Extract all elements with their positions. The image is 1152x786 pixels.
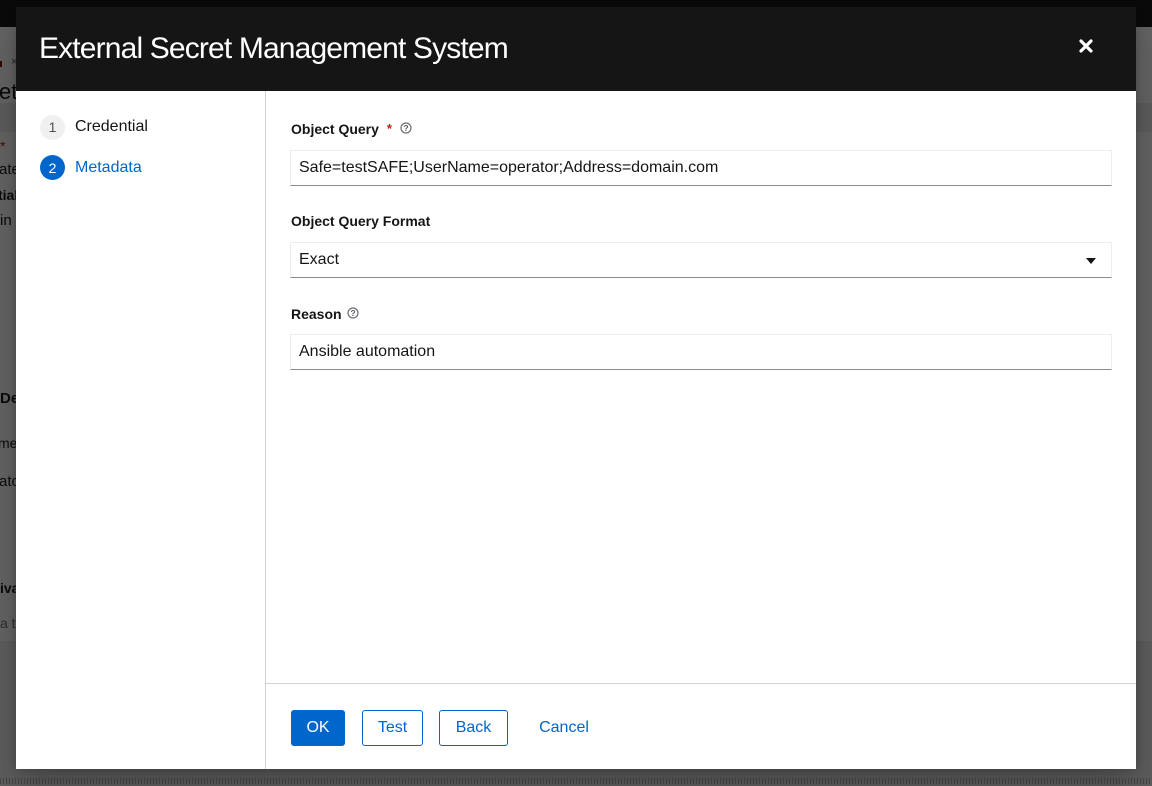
svg-text:?: ? <box>350 308 355 318</box>
svg-text:?: ? <box>403 123 408 133</box>
